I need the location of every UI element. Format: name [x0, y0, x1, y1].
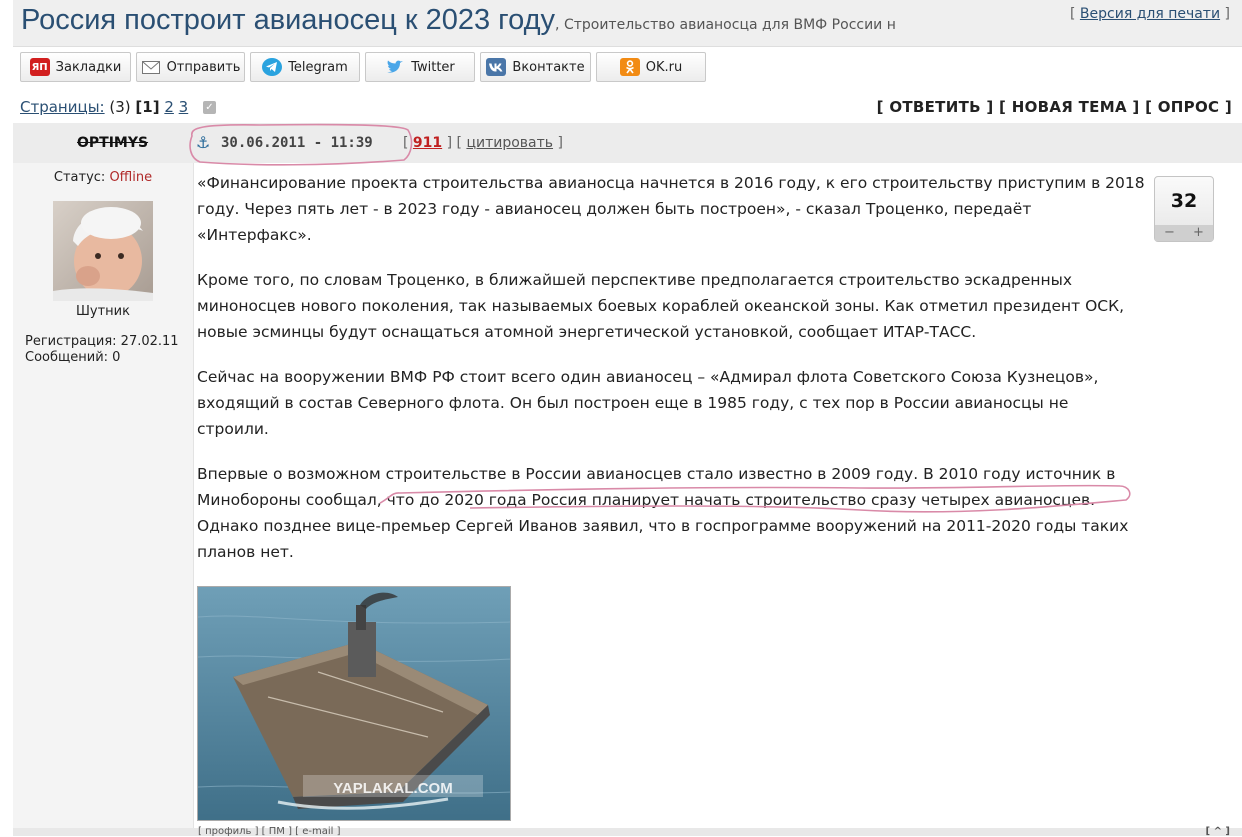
registration-date: Регистрация: 27.02.11	[25, 334, 179, 349]
post-paragraph: «Финансирование проекта строительства ав…	[197, 174, 1145, 244]
new-topic-button[interactable]: [ НОВАЯ ТЕМА ]	[999, 98, 1140, 116]
pages-label[interactable]: Страницы:	[20, 98, 105, 116]
quote-link[interactable]: цитировать	[466, 135, 553, 151]
scroll-top-link[interactable]: [ ^ ]	[1206, 827, 1230, 837]
topic-header: Россия построит авианосец к 2023 году, С…	[13, 0, 1242, 47]
post-image[interactable]: YAPLAKAL.COM	[197, 586, 511, 821]
topic-title-block: Россия построит авианосец к 2023 году, С…	[21, 4, 896, 37]
post-number-link[interactable]: 911	[413, 135, 442, 151]
anchor-icon[interactable]: ⚓	[196, 133, 210, 152]
topic-title: Россия построит авианосец к 2023 году	[21, 4, 556, 36]
avatar[interactable]	[53, 201, 153, 301]
rating-minus-button[interactable]: −	[1164, 225, 1175, 241]
pagination: Страницы: (3) [1] 2 3 ✓	[20, 98, 216, 116]
yap-icon: ЯП	[29, 58, 50, 76]
rating-plus-button[interactable]: +	[1193, 225, 1204, 241]
post-paragraph: Сейчас на вооружении ВМФ РФ стоит всего …	[197, 368, 1099, 438]
post-paragraph: Кроме того, по словам Троценко, в ближай…	[197, 271, 1125, 341]
reply-button[interactable]: [ ОТВЕТИТЬ ]	[877, 98, 994, 116]
post-rating: 32 − +	[1154, 176, 1214, 242]
telegram-button[interactable]: Telegram	[250, 52, 360, 82]
page-count: (3)	[109, 98, 131, 116]
post-header: OPTIMYS ⚓ 30.06.2011 - 11:39 [ 911 ] [ ц…	[13, 123, 1242, 163]
twitter-button[interactable]: Twitter	[365, 52, 475, 82]
user-sidebar: Статус: Offline Шутник Регистрация: 27.0…	[13, 163, 194, 836]
author-nickname[interactable]: OPTIMYS	[77, 135, 148, 151]
post-paragraph: Впервые о возможном строительстве в Росс…	[197, 465, 1129, 561]
topic-actions: [ ОТВЕТИТЬ ] [ НОВАЯ ТЕМА ] [ ОПРОС ]	[877, 98, 1232, 116]
share-toolbar: ЯП Закладки Отправить Telegram Twitter В…	[20, 52, 706, 82]
telegram-icon	[262, 58, 283, 76]
post-body: «Финансирование проекта строительства ав…	[197, 170, 1217, 584]
page-2-link[interactable]: 2	[164, 98, 174, 116]
mail-icon	[141, 58, 161, 76]
topic-subtitle: , Строительство авианосца для ВМФ России…	[555, 17, 896, 33]
poll-button[interactable]: [ ОПРОС ]	[1145, 98, 1232, 116]
pagination-bar: Страницы: (3) [1] 2 3 ✓ [ ОТВЕТИТЬ ] [ Н…	[20, 97, 1232, 119]
status-badge: Offline	[109, 170, 153, 185]
ok-button[interactable]: OK.ru	[596, 52, 706, 82]
vkontakte-button[interactable]: Вконтакте	[480, 52, 591, 82]
vk-icon	[486, 58, 507, 76]
page-jump-icon[interactable]: ✓	[203, 101, 216, 114]
user-title: Шутник	[76, 304, 130, 319]
ok-icon	[619, 58, 640, 76]
post-footer: [ профиль ] [ ПМ ] [ e-mail ] [ ^ ]	[13, 827, 1242, 837]
page-3-link[interactable]: 3	[179, 98, 189, 116]
print-version-link[interactable]: Версия для печати	[1080, 6, 1220, 22]
message-count: Сообщений: 0	[25, 350, 121, 365]
user-status: Статус: Offline	[53, 170, 153, 185]
print-version: [ Версия для печати ]	[1070, 6, 1230, 22]
rating-value: 32	[1170, 190, 1198, 212]
current-page: [1]	[135, 98, 160, 116]
user-stats: Регистрация: 27.02.11 Сообщений: 0	[25, 334, 179, 366]
bookmarks-button[interactable]: ЯП Закладки	[20, 52, 131, 82]
post-datetime: 30.06.2011 - 11:39	[221, 135, 373, 151]
send-email-button[interactable]: Отправить	[136, 52, 245, 82]
image-watermark: YAPLAKAL.COM	[333, 780, 452, 797]
post-meta: [ 911 ] [ цитировать ]	[403, 135, 563, 151]
twitter-icon	[385, 58, 405, 76]
rating-controls: − +	[1155, 225, 1213, 241]
post-footer-links[interactable]: [ профиль ] [ ПМ ] [ e-mail ]	[198, 827, 341, 837]
